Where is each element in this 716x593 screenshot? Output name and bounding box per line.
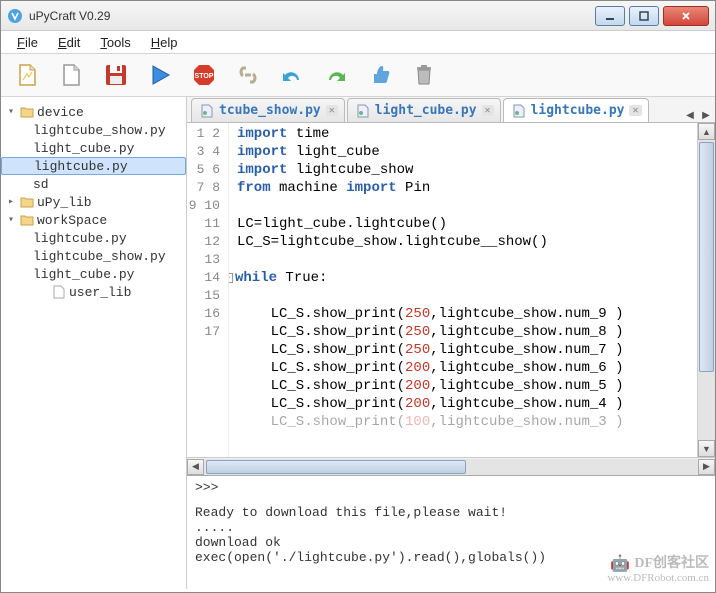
undo-button[interactable]	[277, 60, 307, 90]
editor-tab[interactable]: tcube_show.py✕	[191, 98, 345, 122]
window-title: uPyCraft V0.29	[29, 9, 591, 23]
editor-vertical-scrollbar[interactable]: ▲ ▼	[697, 123, 715, 457]
stop-button[interactable]: STOP	[189, 60, 219, 90]
save-button[interactable]	[101, 60, 131, 90]
editor-horizontal-scrollbar[interactable]: ◀ ▶	[187, 457, 715, 475]
tab-close-icon[interactable]: ✕	[326, 105, 338, 116]
link-button[interactable]	[233, 60, 263, 90]
console-line: .....	[195, 520, 707, 535]
run-button[interactable]	[145, 60, 175, 90]
console-prompt: >>>	[195, 480, 707, 495]
tab-bar: tcube_show.py✕light_cube.py✕lightcube.py…	[187, 97, 715, 123]
tree-workspace[interactable]: ▾workSpace	[1, 211, 186, 229]
file-tree[interactable]: ▾devicelightcube_show.pylight_cube.pylig…	[1, 97, 187, 589]
tree-item[interactable]: sd	[1, 175, 186, 193]
menu-help[interactable]: Help	[143, 33, 186, 52]
open-file-button[interactable]	[57, 60, 87, 90]
titlebar: uPyCraft V0.29	[1, 1, 715, 31]
minimize-button[interactable]	[595, 6, 625, 26]
tree-item[interactable]: user_lib	[1, 283, 186, 301]
tree-item[interactable]: light_cube.py	[1, 265, 186, 283]
tab-prev-button[interactable]: ◀	[683, 108, 697, 122]
redo-button[interactable]	[321, 60, 351, 90]
tab-close-icon[interactable]: ✕	[482, 105, 494, 116]
menu-edit[interactable]: Edit	[50, 33, 88, 52]
tab-close-icon[interactable]: ✕	[629, 105, 641, 116]
tab-next-button[interactable]: ▶	[699, 108, 713, 122]
like-button[interactable]	[365, 60, 395, 90]
maximize-button[interactable]	[629, 6, 659, 26]
toolbar: STOP	[1, 54, 715, 96]
console-line: download ok	[195, 535, 707, 550]
tree-item[interactable]: light_cube.py	[1, 139, 186, 157]
menubar: File Edit Tools Help	[1, 31, 715, 53]
tree-upylib[interactable]: ▸uPy_lib	[1, 193, 186, 211]
console-line: Ready to download this file,please wait!	[195, 505, 707, 520]
close-button[interactable]	[663, 6, 709, 26]
console[interactable]: >>> Ready to download this file,please w…	[187, 475, 715, 589]
fold-icon[interactable]: −	[229, 273, 233, 283]
editor-tab[interactable]: light_cube.py✕	[347, 98, 501, 122]
app-icon	[7, 8, 23, 24]
editor-tab[interactable]: lightcube.py✕	[503, 98, 649, 122]
menu-file[interactable]: File	[9, 33, 46, 52]
code-editor[interactable]: 1 2 3 4 5 6 7 8 9 10 11 12 13 14 15 16 1…	[187, 123, 697, 457]
trash-button[interactable]	[409, 60, 439, 90]
tree-root-device[interactable]: ▾device	[1, 103, 186, 121]
console-line: exec(open('./lightcube.py').read(),globa…	[195, 550, 707, 565]
svg-text:STOP: STOP	[195, 73, 214, 80]
tree-item[interactable]: lightcube.py	[1, 157, 186, 175]
menu-tools[interactable]: Tools	[92, 33, 138, 52]
new-file-button[interactable]	[13, 60, 43, 90]
tree-item[interactable]: lightcube_show.py	[1, 121, 186, 139]
tree-item[interactable]: lightcube_show.py	[1, 247, 186, 265]
tree-item[interactable]: lightcube.py	[1, 229, 186, 247]
